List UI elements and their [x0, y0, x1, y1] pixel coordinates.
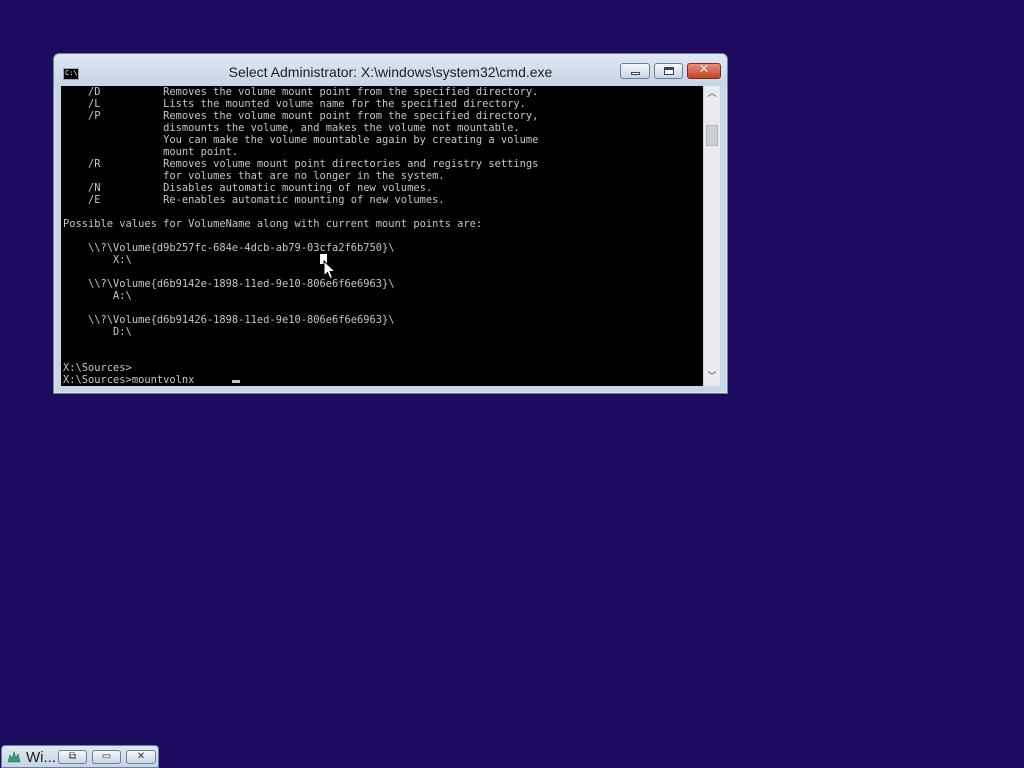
text-cursor	[232, 380, 240, 383]
cmd-window[interactable]: C:\. Select Administrator: X:\windows\sy…	[53, 53, 728, 394]
taskbar-close-icon: ✕	[136, 751, 146, 762]
close-icon: ✕	[698, 62, 710, 77]
maximize-icon	[664, 67, 674, 75]
desktop: C:\. Select Administrator: X:\windows\sy…	[0, 0, 1024, 768]
close-button[interactable]: ✕	[687, 62, 721, 79]
mouse-pointer-icon	[323, 260, 337, 280]
scroll-thumb[interactable]	[706, 125, 718, 146]
vertical-scrollbar[interactable]: ︿ ﹀	[703, 86, 720, 386]
console-text: /D Removes the volume mount point from t…	[63, 86, 539, 386]
minimize-icon	[631, 72, 640, 75]
minimize-button[interactable]	[620, 63, 650, 79]
restore-icon: ⧉	[68, 751, 77, 762]
taskbar-close-button[interactable]: ✕	[126, 750, 156, 764]
restore-button[interactable]: ⧉	[58, 750, 87, 764]
scroll-up-icon[interactable]: ︿	[704, 86, 720, 103]
console-output[interactable]: /D Removes the volume mount point from t…	[61, 86, 703, 386]
windows-setup-icon	[7, 751, 21, 763]
title-bar[interactable]: C:\. Select Administrator: X:\windows\sy…	[54, 54, 727, 86]
maximize-button[interactable]	[654, 63, 683, 79]
minimized-window-label: Wi...	[26, 749, 56, 766]
scroll-down-icon[interactable]: ﹀	[704, 369, 720, 386]
minimized-window[interactable]: Wi... ⧉ ▭ ✕	[1, 745, 159, 768]
taskbar-maximize-icon: ▭	[101, 751, 112, 762]
taskbar-maximize-button[interactable]: ▭	[92, 750, 121, 764]
